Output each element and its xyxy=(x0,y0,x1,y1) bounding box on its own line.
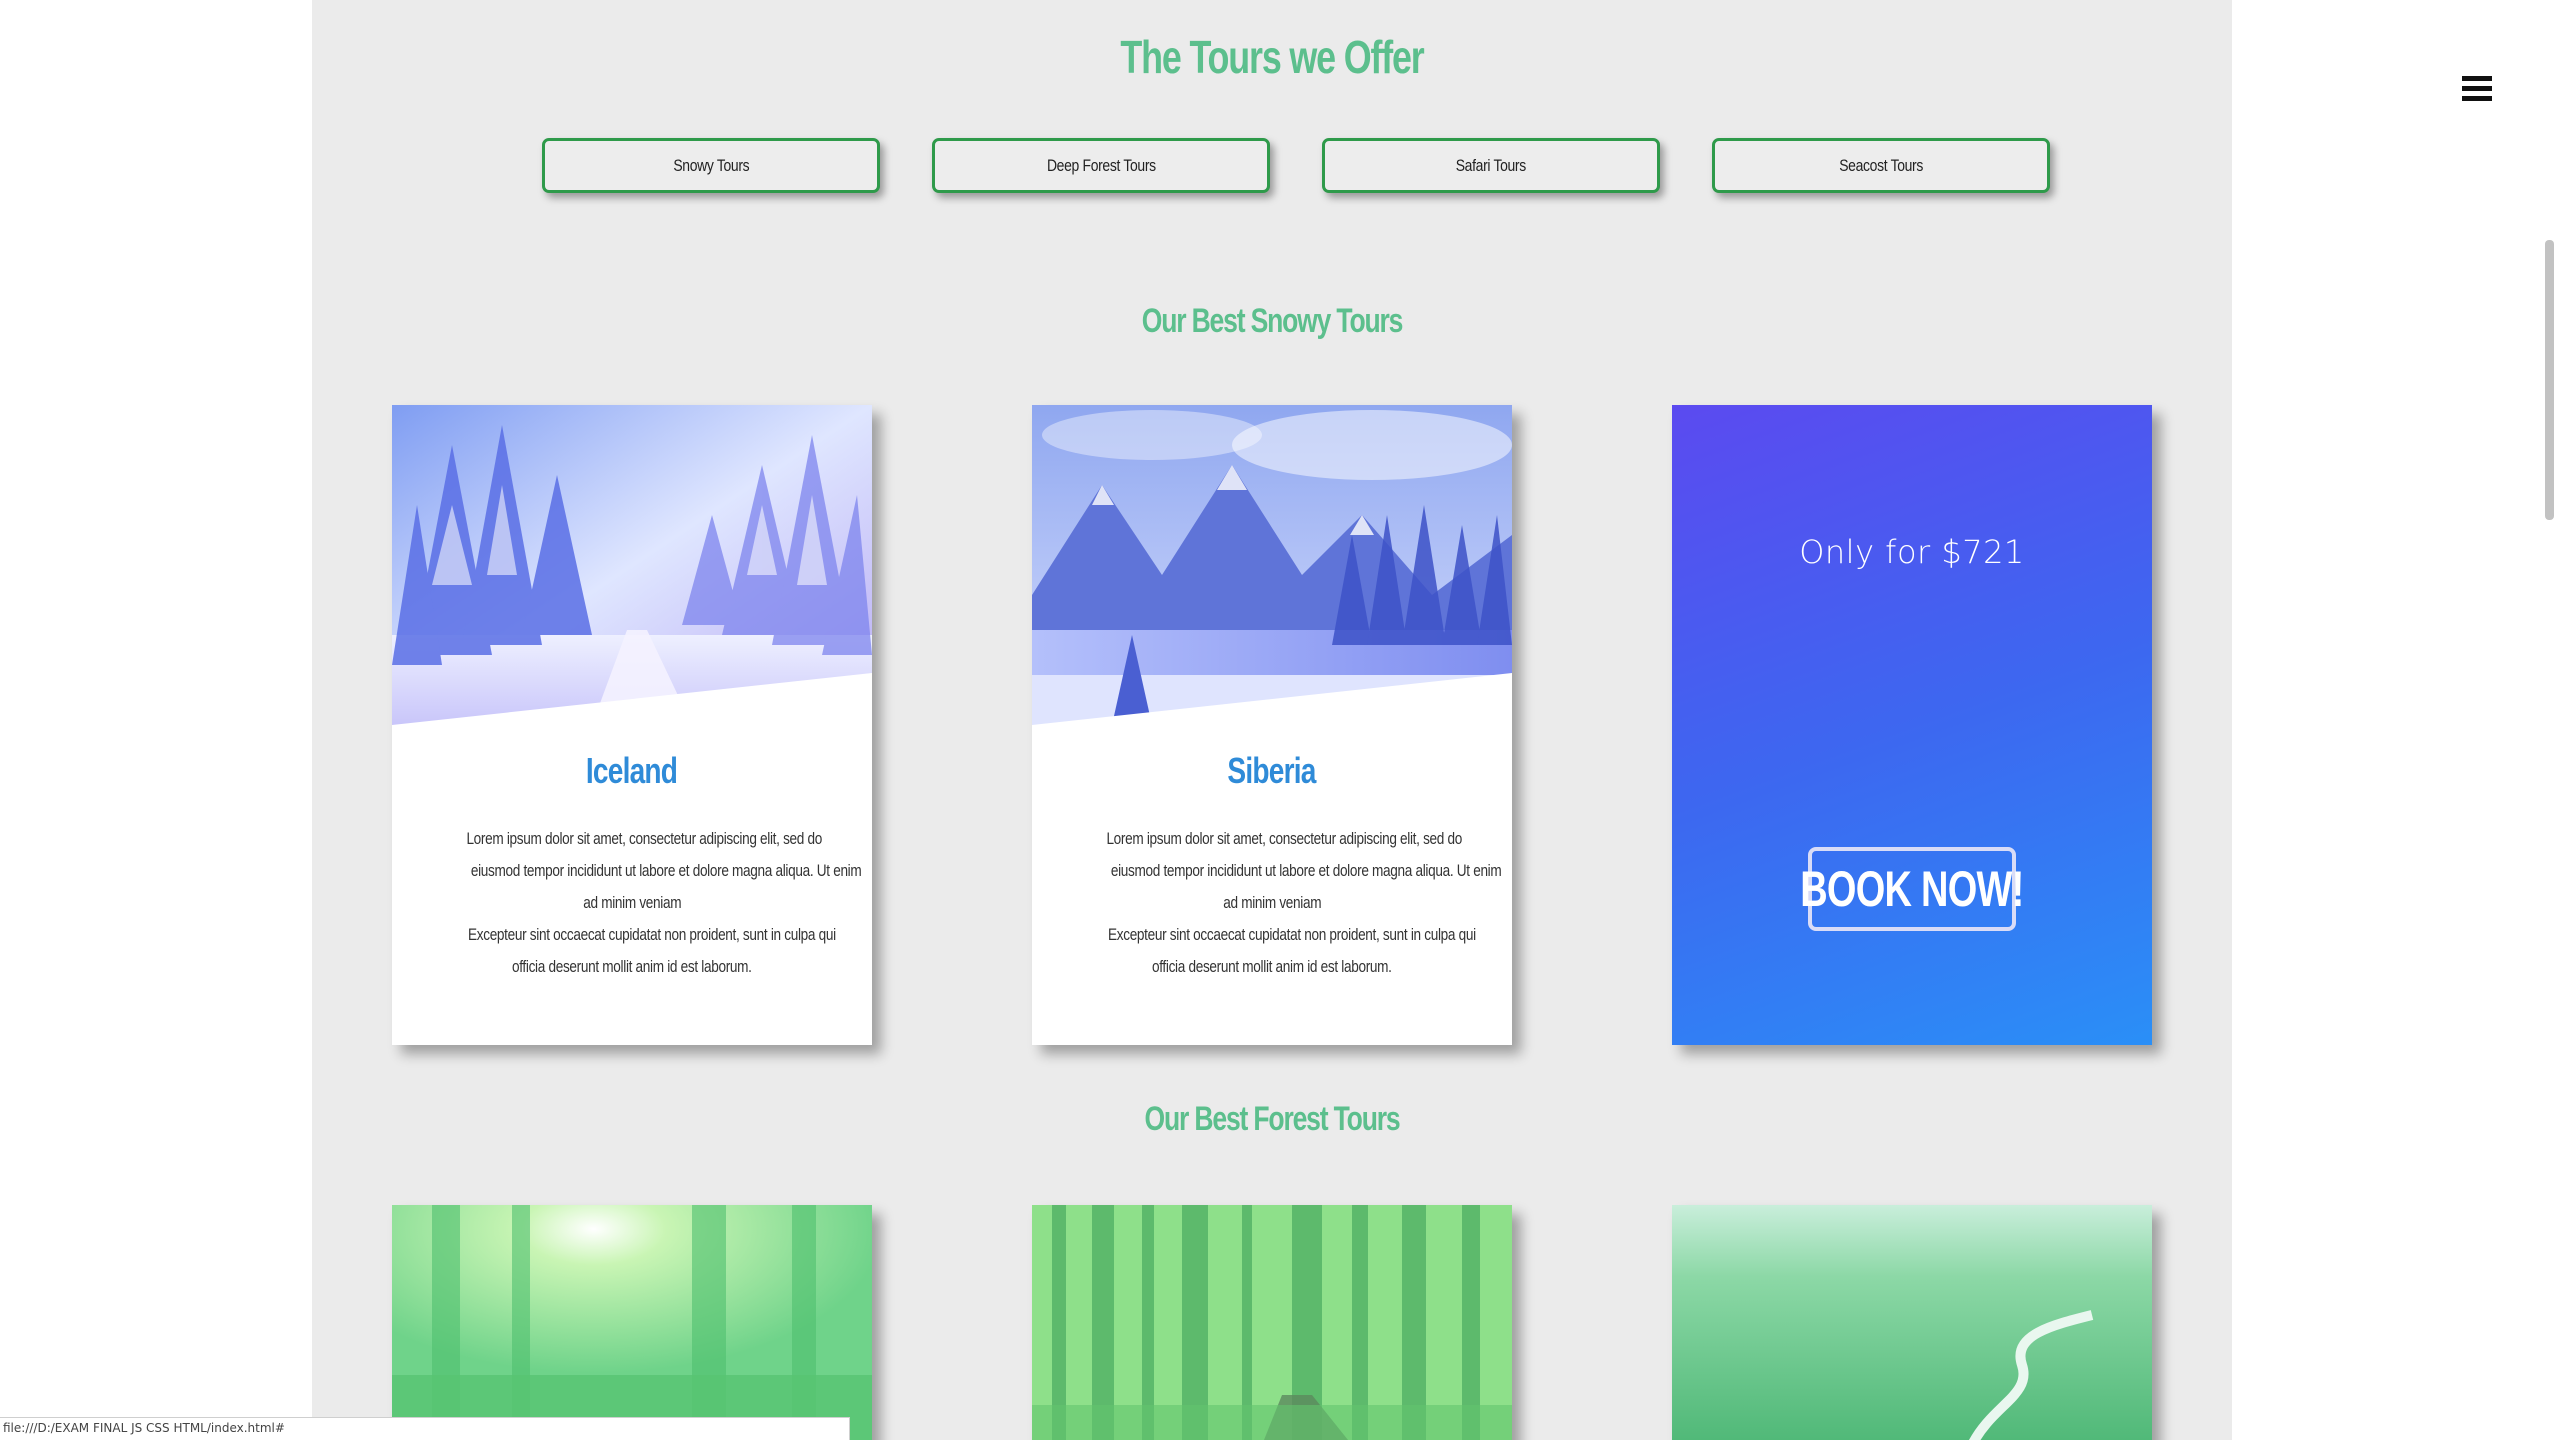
card-title: Iceland xyxy=(586,750,678,791)
scrollbar-thumb[interactable] xyxy=(2545,240,2554,520)
snowy-section-title: Our Best Snowy Tours xyxy=(1141,302,1404,340)
card-diagonal-cut xyxy=(1032,673,1512,733)
card-text-line: eiusmod tempor incididunt ut labore et d… xyxy=(1110,861,1502,880)
tour-card-iceland[interactable]: Iceland Lorem ipsum dolor sit amet, cons… xyxy=(392,405,872,1045)
deep-forest-tours-button[interactable]: Deep Forest Tours xyxy=(932,138,1270,193)
promo-price: Only for $721 xyxy=(1799,533,2025,571)
safari-tours-button[interactable]: Safari Tours xyxy=(1322,138,1660,193)
card-description: Lorem ipsum dolor sit amet, consectetur … xyxy=(422,823,861,983)
hamburger-menu-icon[interactable] xyxy=(2462,76,2492,102)
card-text-line: eiusmod tempor incididunt ut labore et d… xyxy=(470,861,862,880)
page-title: The Tours we Offer xyxy=(1120,31,1424,83)
card-text-line: Excepteur sint occaecat cupidatat non pr… xyxy=(467,925,836,944)
vertical-scrollbar[interactable] xyxy=(2536,0,2560,1440)
tour-card-siberia[interactable]: Siberia Lorem ipsum dolor sit amet, cons… xyxy=(1032,405,1512,1045)
card-text-line: Lorem ipsum dolor sit amet, consectetur … xyxy=(1106,829,1462,848)
page-content: The Tours we Offer Snowy Tours Deep Fore… xyxy=(312,0,2232,1440)
promo-card: Only for $721 BOOK NOW! xyxy=(1672,405,2152,1045)
safari-tours-label: Safari Tours xyxy=(1455,155,1527,175)
card-text-line: officia deserunt mollit anim id est labo… xyxy=(512,957,752,976)
seacoast-tours-label: Seacost Tours xyxy=(1839,155,1923,175)
card-text-line: ad minim veniam xyxy=(583,893,681,912)
card-text-line: officia deserunt mollit anim id est labo… xyxy=(1152,957,1392,976)
snowy-tours-label: Snowy Tours xyxy=(673,155,749,175)
forest-section-title: Our Best Forest Tours xyxy=(1144,1100,1401,1138)
forest-card-sunlit-forest-image[interactable] xyxy=(392,1205,872,1440)
seacoast-tours-button[interactable]: Seacost Tours xyxy=(1712,138,2050,193)
card-description: Lorem ipsum dolor sit amet, consectetur … xyxy=(1062,823,1501,983)
deep-forest-tours-label: Deep Forest Tours xyxy=(1046,155,1156,175)
card-text-line: ad minim veniam xyxy=(1223,893,1321,912)
card-title: Siberia xyxy=(1227,750,1317,791)
card-diagonal-cut xyxy=(392,673,872,733)
snowy-tours-button[interactable]: Snowy Tours xyxy=(542,138,880,193)
book-now-button[interactable]: BOOK NOW! xyxy=(1800,847,2024,931)
card-text-line: Excepteur sint occaecat cupidatat non pr… xyxy=(1107,925,1476,944)
card-text-line: Lorem ipsum dolor sit amet, consectetur … xyxy=(466,829,822,848)
forest-card-tall-trees-image[interactable] xyxy=(1032,1205,1512,1440)
forest-card-river-valley-image[interactable] xyxy=(1672,1205,2152,1440)
browser-status-bar: file:///D:/EXAM FINAL JS CSS HTML/index.… xyxy=(0,1417,850,1440)
